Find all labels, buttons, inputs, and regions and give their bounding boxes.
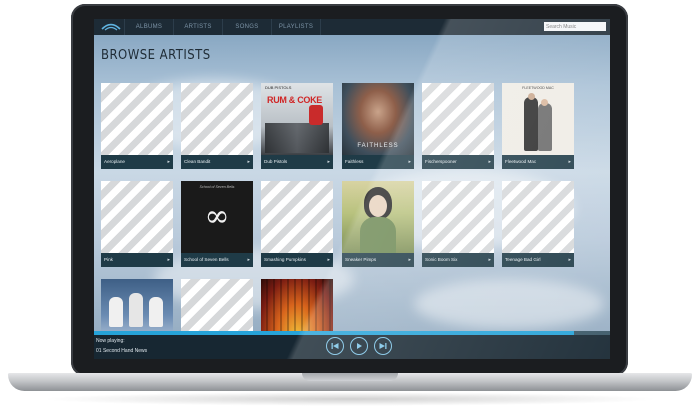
artist-name: Fischerspooner [425,159,457,164]
artist-name: Fleetwood Mac [505,159,537,164]
play-icon [357,343,362,349]
search-input[interactable] [544,22,606,31]
artist-tile-faithless[interactable]: FAITHLESS Faithless ▸ [342,83,414,169]
album-text: FAITHLESS [357,143,399,149]
album-art-sneaker-pimps [342,181,414,253]
artist-tile-row3-1[interactable] [101,279,173,331]
album-art-fleetwood-mac: FLEETWOOD MAC [502,83,574,155]
artist-placeholder-image [181,83,253,155]
app-screen: ALBUMS ARTISTS SONGS PLAYLISTS BROWSE AR… [94,19,610,359]
play-button[interactable] [350,337,368,355]
album-art-dub-pistols: DUB PISTOLS RUM & COKE [261,83,333,155]
artist-placeholder-image [261,181,333,253]
album-text: RUM & COKE [267,95,322,105]
chevron-right-icon: ▸ [327,159,330,165]
artist-tile-school-of-seven-bells[interactable]: School of Seven Bells ∞ School of Seven … [181,181,253,267]
artist-tile-pink[interactable]: Pink ▸ [101,181,173,267]
artist-tile-teenage-bad-girl[interactable]: Teenage Bad Girl ▸ [502,181,574,267]
nav-artists[interactable]: ARTISTS [173,19,222,35]
artist-placeholder-image [181,279,253,331]
chevron-right-icon: ▸ [568,159,571,165]
album-art-faithless: FAITHLESS [342,83,414,155]
nav-songs[interactable]: SONGS [222,19,271,35]
home-logo-icon[interactable] [98,21,124,33]
next-button[interactable] [374,337,392,355]
player-bar: Now playing: 01 Second Hand News [94,335,610,359]
artist-tile-fleetwood-mac[interactable]: FLEETWOOD MAC Fleetwood Mac ▸ [502,83,574,169]
artist-tile-row3-3[interactable] [261,279,333,331]
page-title: BROWSE ARTISTS [101,48,211,63]
artist-tile-row3-2[interactable] [181,279,253,331]
artist-placeholder-image [101,181,173,253]
artist-name: Dub Pistols [264,159,288,164]
artist-name: Faithless [345,159,364,164]
album-art-hands [101,279,173,331]
album-text: School of Seven Bells [199,185,235,189]
now-playing-label: Now playing: [96,338,125,344]
chevron-right-icon: ▸ [568,257,571,263]
artist-tile-dub-pistols[interactable]: DUB PISTOLS RUM & COKE Dub Pistols ▸ [261,83,333,169]
album-text: FLEETWOOD MAC [522,86,554,90]
laptop-shadow [40,392,660,406]
artist-name: School of Seven Bells [184,257,229,262]
chevron-right-icon: ▸ [488,159,491,165]
top-nav: ALBUMS ARTISTS SONGS PLAYLISTS [94,19,610,35]
artist-name: Aeroplane [104,159,125,164]
chevron-right-icon: ▸ [488,257,491,263]
now-playing-track: 01 Second Hand News [96,348,148,354]
laptop-notch [302,373,398,381]
artist-name: Pink [104,257,113,262]
nav-albums[interactable]: ALBUMS [124,19,173,35]
artist-name: Sonic Boom Six [425,257,458,262]
chevron-right-icon: ▸ [247,257,250,263]
chevron-right-icon: ▸ [247,159,250,165]
artist-tile-smashing-pumpkins[interactable]: Smashing Pumpkins ▸ [261,181,333,267]
chevron-right-icon: ▸ [408,257,411,263]
skip-next-icon [379,343,387,349]
artist-name: Sneaker Pimps [345,257,377,262]
artist-placeholder-image [422,181,494,253]
chevron-right-icon: ▸ [327,257,330,263]
skip-previous-icon [331,343,339,349]
album-art-school-of-seven-bells: School of Seven Bells ∞ [181,181,253,253]
chevron-right-icon: ▸ [167,257,170,263]
artist-tile-sonic-boom-six[interactable]: Sonic Boom Six ▸ [422,181,494,267]
artist-placeholder-image [502,181,574,253]
artist-placeholder-image [422,83,494,155]
chevron-right-icon: ▸ [408,159,411,165]
artist-placeholder-image [101,83,173,155]
chevron-right-icon: ▸ [167,159,170,165]
artist-name: Smashing Pumpkins [264,257,306,262]
nav-playlists[interactable]: PLAYLISTS [271,19,321,35]
previous-button[interactable] [326,337,344,355]
artist-name: Teenage Bad Girl [505,257,541,262]
artist-tile-clean-bandit[interactable]: Clean Bandit ▸ [181,83,253,169]
artist-name: Clean Bandit [184,159,211,164]
artist-tile-sneaker-pimps[interactable]: Sneaker Pimps ▸ [342,181,414,267]
album-text: DUB PISTOLS [265,85,292,90]
artist-tile-fischerspooner[interactable]: Fischerspooner ▸ [422,83,494,169]
artist-tile-aeroplane[interactable]: Aeroplane ▸ [101,83,173,169]
album-art-fire [261,279,333,331]
album-glyph-icon: ∞ [204,199,230,234]
